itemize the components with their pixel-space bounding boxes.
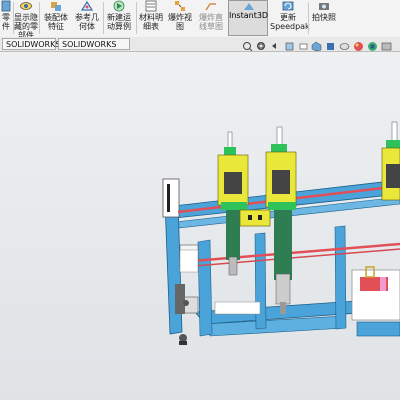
station-rod (275, 273, 291, 305)
station-base (221, 202, 247, 210)
dynamic-annotation-icon[interactable] (298, 41, 309, 52)
new-motion-study-icon (113, 0, 125, 12)
edit-appearance-icon[interactable] (353, 41, 364, 52)
end-plate-slot (167, 184, 170, 212)
slider-hole (248, 215, 252, 220)
station-column (274, 210, 292, 280)
tab-solidworks-addins[interactable]: SOLIDWORKS 插件 (2, 38, 60, 61)
instant3d-button[interactable]: Instant3D (228, 0, 268, 36)
part-icon (1, 0, 11, 12)
slider-block (239, 209, 271, 227)
reference-geometry-icon (81, 0, 93, 11)
section-view-icon[interactable] (284, 41, 295, 52)
instant3d-icon (244, 3, 254, 10)
hide-show-items-icon[interactable] (339, 41, 350, 52)
update-speedpak-icon (282, 1, 294, 11)
zoom-to-area-icon[interactable] (256, 41, 267, 52)
station-base (268, 202, 296, 210)
show-hidden-icon (20, 2, 32, 10)
explode-line-sketch-icon (205, 3, 216, 11)
show-hidden-components-button[interactable]: 显示隐 藏的零 部件 (14, 0, 38, 40)
exploded-view-icon (175, 1, 185, 11)
cover-panel (179, 249, 199, 273)
exploded-view-button[interactable]: 爆炸视 图 (167, 0, 193, 37)
toolbar-divider (136, 2, 137, 34)
foot (179, 341, 187, 345)
reference-geometry-button[interactable]: 参考几 何体 (74, 0, 100, 37)
part-button[interactable]: 零 件 (0, 0, 12, 37)
station-rod-tip (280, 302, 286, 314)
take-snapshot-button[interactable]: 拍快照 (310, 0, 338, 37)
slider-hole (258, 215, 262, 220)
toolbar-divider (103, 2, 104, 34)
bracket (175, 284, 185, 314)
tab-solidworks-mbd[interactable]: SOLIDWORKS MBD (58, 38, 130, 61)
zoom-to-fit-icon[interactable] (242, 41, 253, 52)
view-orientation-icon[interactable] (311, 41, 322, 52)
assembly-model[interactable] (0, 52, 400, 400)
assembly-features-button[interactable]: 装配体 特征 (42, 0, 70, 37)
previous-view-icon[interactable] (270, 41, 281, 52)
frame-upright (254, 232, 267, 330)
toolbar-divider (39, 2, 40, 34)
foot (183, 300, 189, 306)
foot (179, 334, 187, 342)
command-manager-toolbar: 零 件 显示隐 藏的零 部件 装配体 特征 参考几 何体 新建运 动算例 材料明… (0, 0, 400, 40)
station-head (386, 140, 400, 148)
display-style-icon[interactable] (325, 41, 336, 52)
new-motion-study-button[interactable]: 新建运 动算例 (105, 0, 133, 37)
station-column (226, 210, 240, 260)
apply-scene-icon[interactable] (367, 41, 378, 52)
station-mechanism (386, 164, 400, 188)
bill-of-materials-icon (145, 0, 157, 12)
station-head (224, 147, 236, 155)
frame-base (356, 321, 400, 337)
update-speedpak-button[interactable]: 更新 Speedpak (270, 0, 310, 37)
frame-upright (197, 239, 213, 337)
view-settings-icon[interactable] (381, 41, 392, 52)
bill-of-materials-button[interactable]: 材料明 细表 (138, 0, 164, 37)
frame-upright (334, 225, 347, 330)
station-rod (228, 256, 238, 276)
cover-panel (214, 301, 261, 315)
relay (380, 277, 386, 291)
toolbar-divider (308, 2, 309, 34)
station-mechanism (272, 170, 290, 194)
snapshot-icon (319, 3, 329, 10)
assembly-feature-icon (51, 2, 61, 11)
station-mechanism (224, 172, 242, 194)
explode-line-sketch-button[interactable]: 爆炸直 线草图 (196, 0, 226, 37)
station-head (271, 144, 287, 152)
end-plate (162, 178, 180, 218)
